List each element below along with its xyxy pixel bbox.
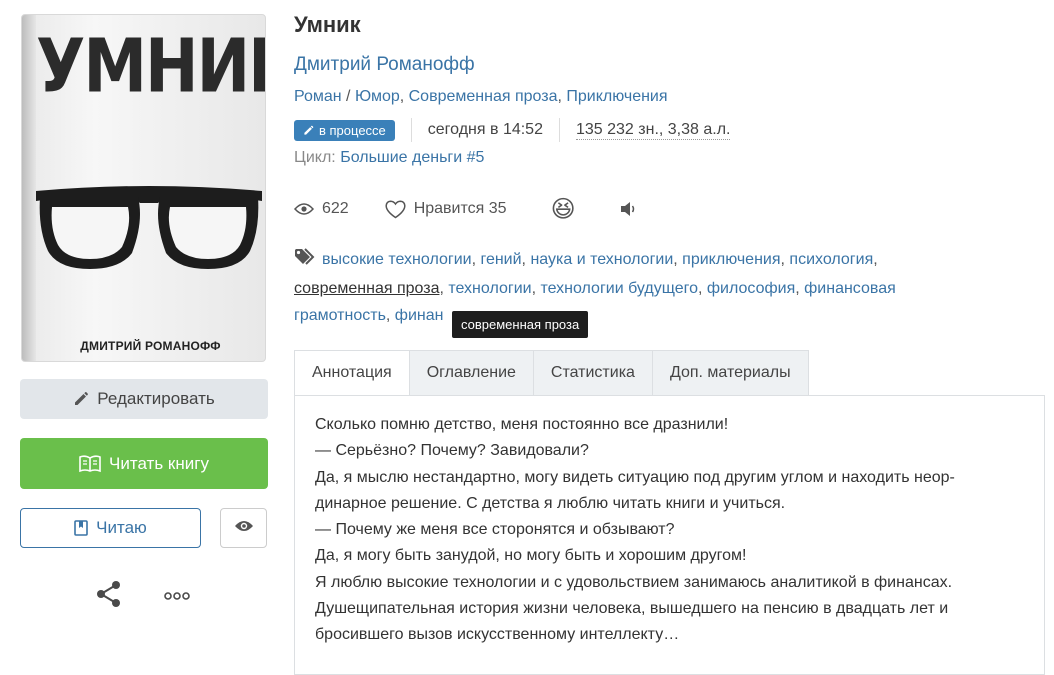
tag-list: высокие технологии, гений, наука и техно… — [294, 246, 994, 329]
tag-link[interactable]: высокие технологии — [322, 251, 472, 268]
divider — [410, 118, 412, 142]
read-book-button[interactable]: Читать книгу — [20, 438, 268, 489]
annotation-line: — Почему же меня все сторонятся и обзыва… — [315, 521, 675, 539]
bookmark-book-icon — [74, 520, 88, 536]
stats-row: 622 Нравится 35 😆 — [294, 194, 646, 224]
updated-time: сегодня в 14:52 — [427, 121, 543, 138]
likes-label: Нравится — [413, 200, 485, 217]
likes-count: 35 — [488, 200, 507, 217]
cycle-label: Цикл: — [294, 149, 336, 166]
views-stat: 622 — [294, 200, 349, 218]
annotation-panel: Сколько помню детство, меня постоянно вс… — [294, 395, 1045, 675]
tag-link[interactable]: философия — [707, 280, 795, 297]
divider — [558, 118, 560, 142]
more-options-icon[interactable] — [164, 588, 190, 606]
tag-link-hovered[interactable]: современная проза — [294, 280, 439, 297]
tab-annotation[interactable]: Аннотация — [294, 350, 410, 396]
tag-link[interactable]: технологии будущего — [540, 280, 698, 297]
annotation-line: Да, я могу быть занудой, но могу быть и … — [315, 547, 747, 565]
genre-link[interactable]: Современная проза — [409, 88, 558, 105]
heart-icon — [385, 199, 406, 218]
book-meta: в процессе сегодня в 14:52 135 232 зн., … — [294, 117, 731, 143]
annotation-line: — Серьёзно? Почему? Завидовали? — [315, 442, 589, 460]
genre-link[interactable]: Приключения — [566, 88, 667, 105]
tag-link[interactable]: технологии — [448, 280, 531, 297]
pencil-icon — [73, 391, 89, 407]
cycle-link[interactable]: Большие деньги — [340, 149, 462, 166]
eye-icon — [294, 203, 314, 215]
reading-status-label: Читаю — [96, 518, 147, 537]
annotation-line: Сколько помню детство, меня постоянно вс… — [315, 416, 729, 433]
tag-link[interactable]: финан — [395, 307, 444, 324]
cycle-info: Цикл: Большие деньги #5 — [294, 149, 484, 167]
reaction-emoji[interactable]: 😆 — [551, 195, 576, 223]
reading-status-button[interactable]: Читаю — [20, 508, 201, 548]
watch-button[interactable] — [220, 508, 267, 548]
annotation-line: Да, я мыслю нестандартно, могу видеть си… — [315, 468, 955, 486]
status-badge: в процессе — [294, 119, 395, 141]
cycle-number: #5 — [466, 149, 485, 166]
genre-list: Роман / Юмор, Современная проза, Приключ… — [294, 88, 668, 105]
tag-link[interactable]: психология — [789, 251, 873, 268]
author-link[interactable]: Дмитрий Романофф — [294, 54, 475, 76]
annotation-line: Душещипательная история жизни человека, … — [315, 600, 949, 618]
speaker-icon[interactable] — [620, 201, 646, 217]
tag-icon — [294, 248, 318, 275]
book-size[interactable]: 135 232 зн., 3,38 а.л. — [575, 121, 731, 140]
tab-bar: Аннотация Оглавление Статистика Доп. мат… — [294, 350, 809, 396]
tab-contents[interactable]: Оглавление — [409, 350, 534, 396]
genre-link[interactable]: Юмор — [355, 88, 400, 105]
tab-extra-materials[interactable]: Доп. материалы — [652, 350, 809, 396]
tag-tooltip: современная проза — [452, 311, 589, 338]
annotation-line: бросившего вызов искусственному интеллек… — [315, 626, 680, 644]
tag-link[interactable]: гений — [480, 251, 521, 268]
tag-link[interactable]: наука и технологии — [530, 251, 673, 268]
pencil-icon — [304, 125, 314, 135]
cover-author: ДМИТРИЙ РОМАНОФФ — [80, 339, 221, 353]
book-title: Умник — [294, 12, 361, 37]
status-label: в процессе — [319, 122, 386, 138]
share-icon[interactable] — [95, 580, 123, 613]
book-cover[interactable]: УМНИК ДМИТРИЙ РОМАНОФФ — [21, 14, 266, 362]
cover-title: УМНИК — [36, 25, 265, 111]
edit-button[interactable]: Редактировать — [20, 379, 268, 419]
views-count: 622 — [322, 200, 349, 217]
edit-button-label: Редактировать — [97, 389, 215, 408]
annotation-line: Я люблю высокие технологии и с удовольст… — [315, 573, 953, 591]
eye-icon — [234, 519, 254, 538]
tag-link[interactable]: приключения — [682, 251, 780, 268]
genre-link[interactable]: Роман — [294, 88, 342, 105]
glasses-illustration — [36, 186, 262, 269]
tab-statistics[interactable]: Статистика — [533, 350, 653, 396]
open-book-icon — [79, 454, 101, 473]
like-button[interactable]: Нравится 35 — [385, 199, 507, 219]
read-book-label: Читать книгу — [109, 453, 209, 473]
annotation-line: динарное решение. С детства я люблю чита… — [315, 494, 786, 512]
